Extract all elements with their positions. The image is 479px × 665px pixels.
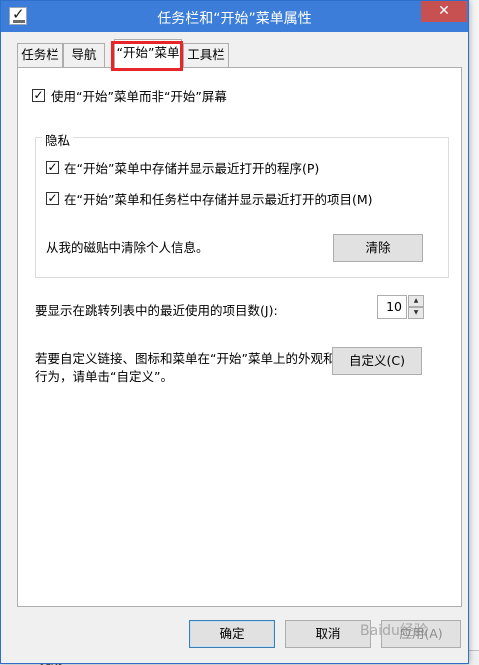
clear-button[interactable]: 清除 (333, 234, 423, 262)
start-menu-panel: ✓ 使用“开始”菜单而非“开始”屏幕 隐私 ✓ 在“开始”菜单中存储并显示最近打… (17, 67, 462, 607)
baidu-watermark: Baidu经验 (360, 623, 428, 639)
jump-list-count-input[interactable]: 10 (377, 295, 407, 319)
clear-info-text: 从我的磁贴中清除个人信息。 (46, 240, 209, 255)
customize-button[interactable]: 自定义(C) (332, 347, 422, 375)
properties-dialog: ✓ 任务栏和“开始”菜单属性 ✕ 任务栏 导航 “开始”菜单 工具栏 ✓ 使用“… (0, 0, 469, 664)
close-button[interactable]: ✕ (421, 1, 467, 22)
privacy-group-title: 隐私 (42, 130, 74, 149)
close-icon: ✕ (438, 3, 450, 19)
tab-strip: 任务栏 导航 “开始”菜单 工具栏 (17, 39, 457, 68)
customize-text-line2: 行为，请单击“自定义”。 (35, 369, 173, 384)
window-title: 任务栏和“开始”菜单属性 (157, 11, 312, 27)
customize-text-line1: 若要自定义链接、图标和菜单在“开始”菜单上的外观和 (35, 351, 336, 366)
privacy-group: 隐私 ✓ 在“开始”菜单中存储并显示最近打开的程序(P) ✓ 在“开始”菜单和任… (35, 130, 449, 278)
spin-up-button[interactable]: ▲ (408, 295, 424, 307)
ok-button[interactable]: 确定 (189, 620, 275, 648)
tab-taskbar[interactable]: 任务栏 (17, 43, 63, 67)
recent-programs-checkbox[interactable]: ✓ (46, 161, 59, 174)
tab-navigation[interactable]: 导航 (63, 43, 105, 67)
background-window-edge (468, 0, 479, 665)
recent-items-checkbox[interactable]: ✓ (46, 192, 59, 205)
recent-items-label[interactable]: 在“开始”菜单和任务栏中存储并显示最近打开的项目(M) (64, 189, 373, 208)
title-bar[interactable]: ✓ 任务栏和“开始”菜单属性 ✕ (1, 1, 468, 32)
start-screen-checkbox[interactable]: ✓ (32, 89, 45, 102)
cancel-button[interactable]: 取消 (285, 620, 371, 648)
recent-programs-label[interactable]: 在“开始”菜单中存储并显示最近打开的程序(P) (64, 158, 319, 177)
tab-toolbars[interactable]: 工具栏 (183, 43, 229, 67)
tab-highlight-annotation (111, 41, 183, 71)
jump-list-label: 要显示在跳转列表中的最近使用的项目数(J): (35, 303, 278, 318)
spin-down-button[interactable]: ▼ (408, 307, 424, 319)
start-screen-label[interactable]: 使用“开始”菜单而非“开始”屏幕 (51, 86, 227, 105)
